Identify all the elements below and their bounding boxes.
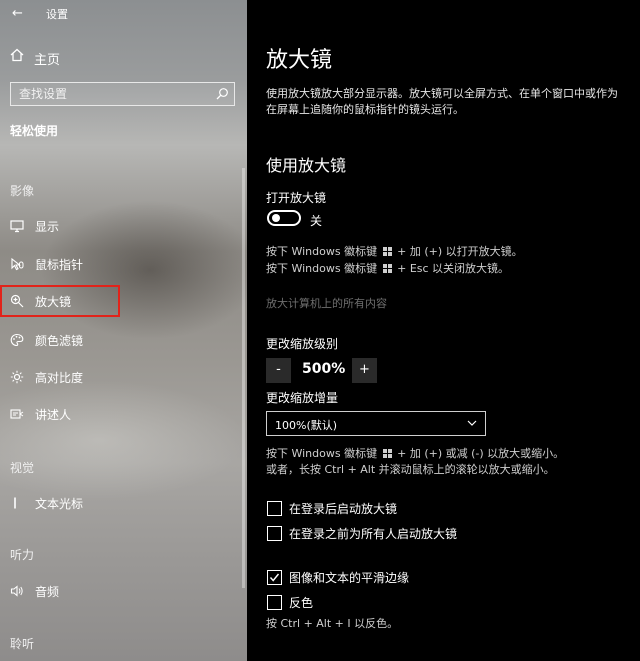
zoom-level-label: 更改缩放级别 — [266, 337, 339, 351]
hint-text: 按下 Windows 徽标键 — [266, 245, 378, 258]
sidebar-item-label: 鼠标指针 — [35, 258, 84, 272]
sidebar-item-label: 显示 — [35, 220, 60, 234]
text-cursor-icon — [14, 497, 16, 509]
search-box[interactable] — [10, 82, 235, 106]
hint-text: + Esc 以关闭放大镜。 — [397, 262, 510, 275]
checkbox[interactable] — [267, 595, 282, 610]
invert-hint: 按 Ctrl + Alt + I 以反色。 — [266, 617, 399, 630]
magnifier-icon — [10, 294, 24, 308]
zoom-level-value: 500% — [302, 361, 346, 377]
sidebar-item-color-filters[interactable]: 颜色滤镜 — [0, 324, 120, 356]
group-label-hearing: 听力 — [10, 548, 35, 562]
window-title: 设置 — [46, 8, 68, 21]
hint-text: 按下 Windows 徽标键 — [266, 262, 378, 275]
speaker-icon — [10, 585, 23, 597]
sidebar-item-label: 讲述人 — [35, 408, 72, 422]
sidebar-item-label: 高对比度 — [35, 371, 84, 385]
windows-logo-icon — [382, 247, 392, 256]
back-button[interactable]: ← — [12, 6, 23, 21]
checkbox-label: 反色 — [289, 596, 314, 610]
select-value: 100%(默认) — [275, 419, 338, 432]
palette-icon — [10, 333, 24, 347]
sidebar-item-label: 颜色滤镜 — [35, 334, 84, 348]
windows-logo-icon — [382, 264, 392, 273]
sidebar-item-mouse-pointer[interactable]: 鼠标指针 — [0, 248, 120, 280]
checkmark-icon — [269, 573, 280, 582]
zoom-out-button[interactable]: - — [266, 358, 291, 383]
magnifier-toggle[interactable] — [267, 210, 301, 226]
sidebar-item-audio[interactable]: 音频 — [0, 575, 120, 607]
zoom-in-button[interactable]: + — [352, 358, 377, 383]
checkbox[interactable] — [267, 501, 282, 516]
checkbox-label: 在登录后启动放大镜 — [289, 502, 398, 516]
contrast-icon — [10, 370, 24, 384]
hint-text: 按下 Windows 徽标键 — [266, 447, 378, 460]
narrator-icon — [10, 409, 24, 419]
sidebar-item-label: 音频 — [35, 585, 60, 599]
group-label-vision: 影像 — [10, 184, 35, 198]
toggle-knob — [272, 214, 280, 222]
checkbox-label: 图像和文本的平滑边缘 — [289, 571, 410, 585]
page-title: 放大镜 — [266, 48, 333, 73]
zoom-hint-keys: 按下 Windows 徽标键 + 加 (+) 或减 (-) 以放大或缩小。 — [266, 446, 564, 462]
sidebar-scrollbar[interactable] — [242, 168, 245, 588]
main-content: 放大镜 使用放大镜放大部分显示器。放大镜可以全屏方式、在单个窗口中或作为在屏幕上… — [247, 0, 640, 661]
checkbox-checked[interactable] — [267, 570, 282, 585]
hint-text: + 加 (+) 或减 (-) 以放大或缩小。 — [397, 447, 565, 460]
sidebar-item-display[interactable]: 显示 — [0, 210, 120, 242]
group-label-hearing-2: 聆听 — [10, 637, 35, 651]
zoom-increment-label: 更改缩放增量 — [266, 391, 339, 405]
mouse-pointer-icon — [11, 257, 24, 271]
toggle-label: 打开放大镜 — [266, 191, 327, 205]
sidebar: ← 设置 主页 轻松使用 影像 显示 鼠标指针 放大镜 — [0, 0, 247, 661]
sidebar-item-narrator[interactable]: 讲述人 — [0, 398, 120, 430]
zoom-everything-option-disabled: 放大计算机上的所有内容 — [266, 297, 387, 310]
section-heading: 轻松使用 — [10, 124, 59, 138]
home-link[interactable]: 主页 — [34, 49, 60, 68]
sidebar-item-text-cursor[interactable]: 文本光标 — [0, 487, 120, 519]
sidebar-item-magnifier[interactable]: 放大镜 — [0, 285, 120, 317]
chevron-down-icon — [467, 420, 477, 426]
checkbox[interactable] — [267, 526, 282, 541]
sidebar-item-label: 文本光标 — [35, 497, 84, 511]
group-label-sight: 视觉 — [10, 461, 35, 475]
hint-text: + 加 (+) 以打开放大镜。 — [397, 245, 523, 258]
sidebar-item-high-contrast[interactable]: 高对比度 — [0, 361, 120, 393]
windows-logo-icon — [382, 449, 392, 458]
shortcut-hint-close: 按下 Windows 徽标键 + Esc 以关闭放大镜。 — [266, 261, 509, 277]
search-icon[interactable] — [215, 87, 229, 101]
shortcut-hint-open: 按下 Windows 徽标键 + 加 (+) 以打开放大镜。 — [266, 244, 523, 260]
zoom-hint-mouse: 或者，长按 Ctrl + Alt 并滚动鼠标上的滚轮以放大或缩小。 — [266, 463, 555, 476]
search-input[interactable] — [11, 83, 211, 105]
display-icon — [10, 220, 24, 233]
section-title: 使用放大镜 — [266, 156, 347, 175]
zoom-increment-select[interactable]: 100%(默认) — [266, 411, 486, 436]
checkbox-label: 在登录之前为所有人启动放大镜 — [289, 527, 458, 541]
page-description: 使用放大镜放大部分显示器。放大镜可以全屏方式、在单个窗口中或作为在屏幕上追随你的… — [266, 87, 618, 116]
toggle-state: 关 — [310, 214, 323, 228]
sidebar-item-label: 放大镜 — [35, 295, 72, 309]
home-icon[interactable] — [10, 48, 24, 62]
